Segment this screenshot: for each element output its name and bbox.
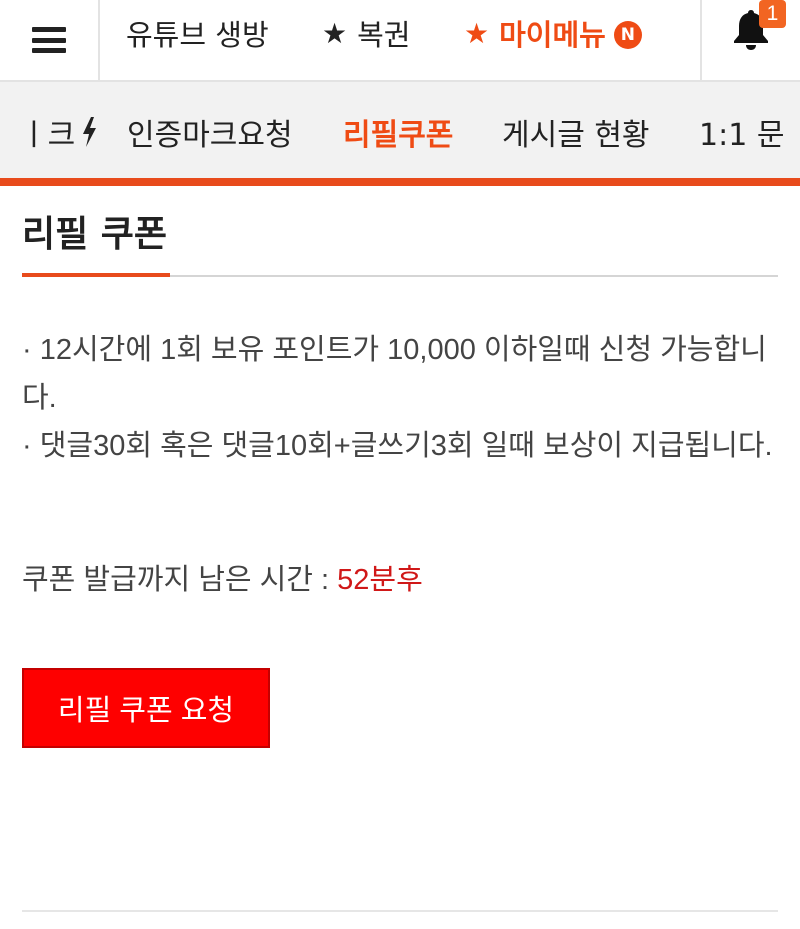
topnav-item-label: 마이메뉴 bbox=[499, 18, 606, 52]
bottom-divider bbox=[22, 910, 778, 912]
notification-button[interactable]: 1 bbox=[700, 0, 800, 80]
notice-line: · 12시간에 1회 보유 포인트가 10,000 이하일때 신청 가능합니다. bbox=[22, 334, 767, 414]
sub-nav: ㅣ크 인증마크요청 리필쿠폰 게시글 현황 1:1 문 bbox=[0, 82, 800, 182]
topnav-item-my-menu[interactable]: ★ 마이메뉴 N bbox=[464, 0, 642, 66]
subnav-divider bbox=[0, 178, 800, 186]
page-title: 리필 쿠폰 bbox=[22, 214, 168, 255]
notification-count-badge: 1 bbox=[759, 0, 786, 28]
subnav-item-post-status[interactable]: 게시글 현황 bbox=[502, 82, 650, 182]
top-nav-bar: 유튜브 생방 ★ 복권 ★ 마이메뉴 N 1 bbox=[0, 0, 800, 82]
subnav-item-label: 1:1 문 bbox=[699, 118, 785, 153]
topnav-item-label: 복권 bbox=[357, 18, 411, 52]
subnav-item-label: ㅣ크 bbox=[20, 118, 76, 153]
subnav-item-label: 인증마크요청 bbox=[127, 118, 293, 153]
menu-icon bbox=[32, 27, 66, 53]
notice-line: · 댓글30회 혹은 댓글10회+글쓰기3회 일때 보상이 지급됩니다. bbox=[22, 430, 773, 462]
subnav-item-label: 리필쿠폰 bbox=[343, 118, 454, 153]
timer-value: 52분후 bbox=[337, 564, 423, 596]
topnav-item-label: 유튜브 생방 bbox=[126, 18, 269, 52]
topnav-item-lottery[interactable]: ★ 복권 bbox=[322, 0, 410, 66]
top-nav: 유튜브 생방 ★ 복권 ★ 마이메뉴 N bbox=[100, 0, 700, 80]
subnav-item-label: 게시글 현황 bbox=[502, 118, 650, 153]
star-icon: ★ bbox=[322, 16, 348, 50]
bolt-icon bbox=[83, 117, 97, 147]
new-badge-icon: N bbox=[613, 21, 642, 49]
coupon-notice: · 12시간에 1회 보유 포인트가 10,000 이하일때 신청 가능합니다.… bbox=[22, 326, 782, 470]
refill-coupon-request-button[interactable]: 리필 쿠폰 요청 bbox=[22, 668, 270, 748]
star-icon: ★ bbox=[464, 16, 490, 50]
subnav-item-refill-coupon[interactable]: 리필쿠폰 bbox=[343, 82, 453, 182]
menu-button[interactable] bbox=[0, 0, 100, 80]
timer-label: 쿠폰 발급까지 남은 시간 : bbox=[22, 564, 338, 596]
topnav-item-youtube-live[interactable]: 유튜브 생방 bbox=[126, 0, 269, 66]
subnav-item-truncated[interactable]: ㅣ크 bbox=[20, 82, 97, 182]
subnav-item-one-on-one[interactable]: 1:1 문 bbox=[699, 82, 784, 182]
title-accent-bar bbox=[22, 273, 170, 277]
coupon-timer: 쿠폰 발급까지 남은 시간 : 52분후 bbox=[22, 556, 423, 598]
subnav-item-cert-mark[interactable]: 인증마크요청 bbox=[127, 82, 293, 182]
